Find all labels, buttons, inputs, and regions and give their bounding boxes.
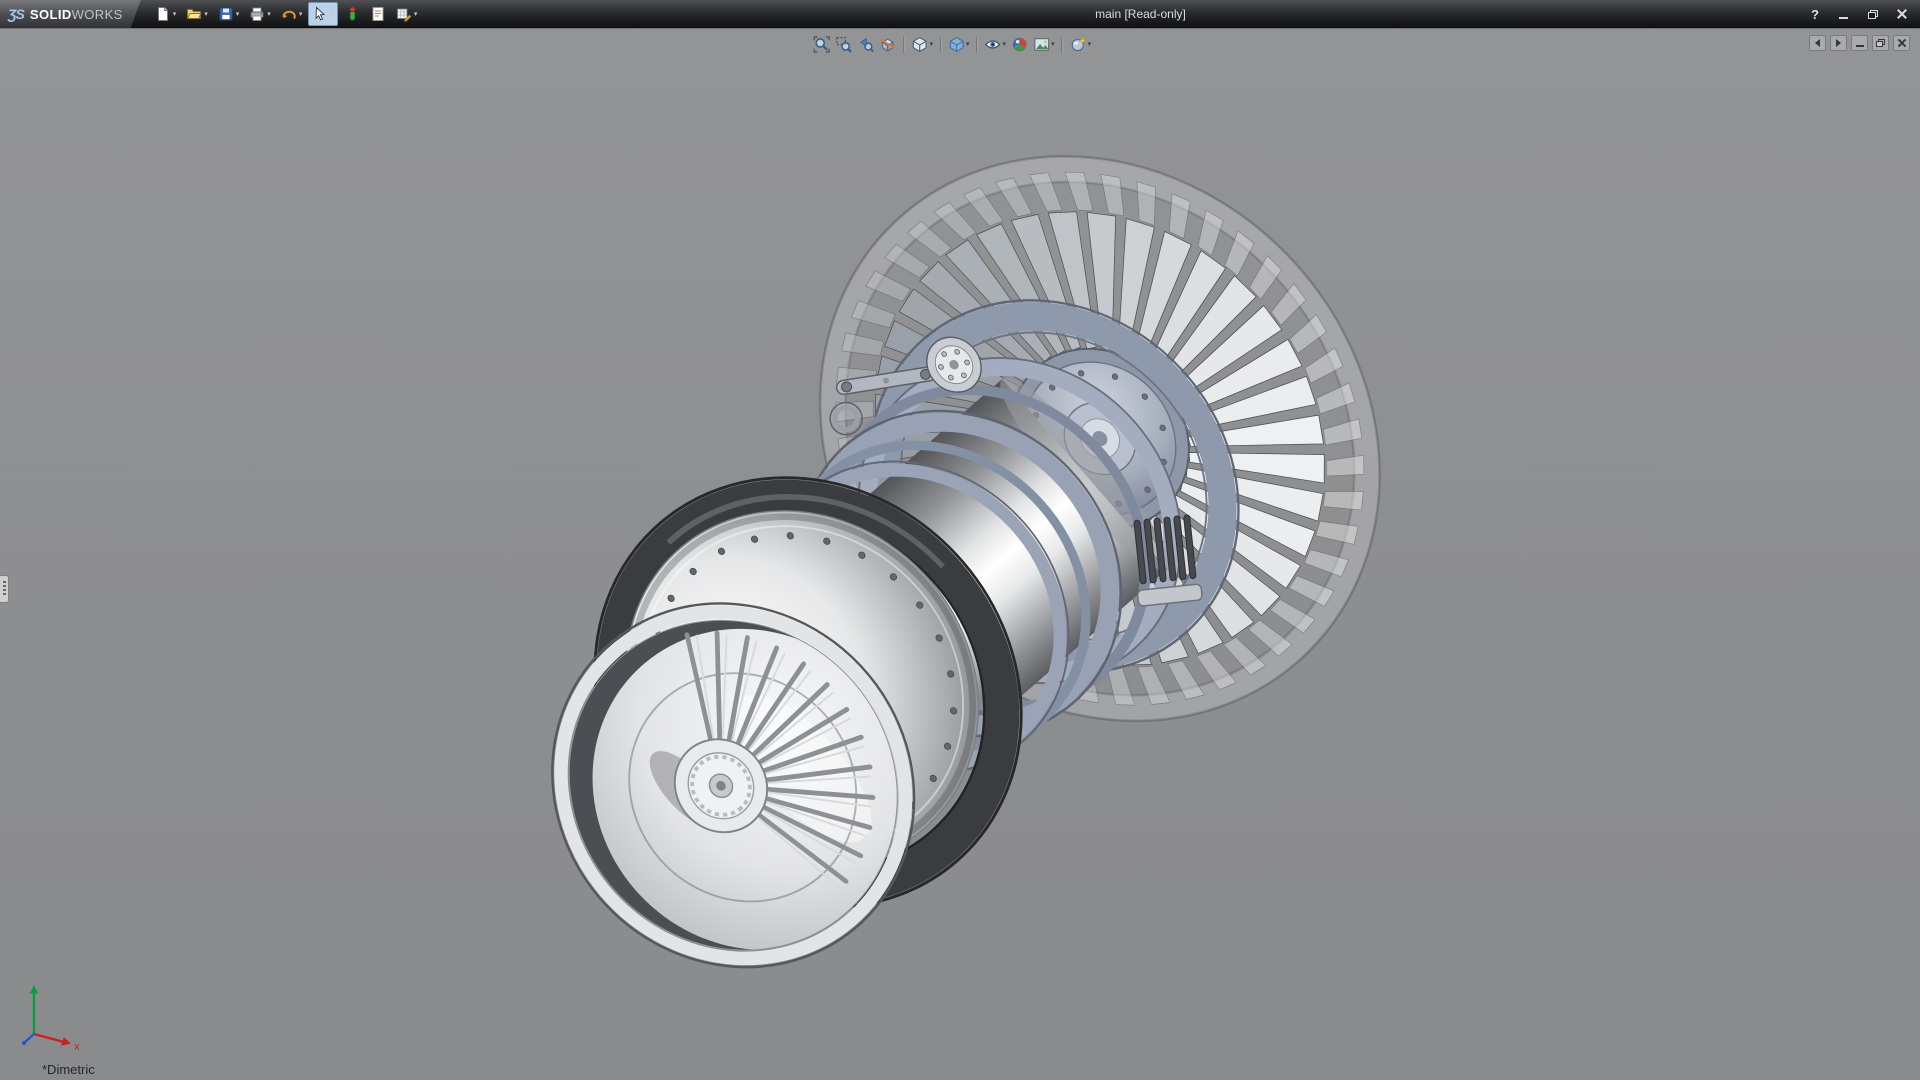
edit-appearance-ball-icon: [1011, 36, 1028, 53]
help-button[interactable]: ?: [1805, 7, 1825, 22]
minimize-button[interactable]: [1833, 5, 1854, 23]
brand-works: WORKS: [72, 7, 123, 22]
brand-wordmark: SOLIDWORKS: [30, 7, 123, 22]
doc-restore-button[interactable]: [1872, 35, 1889, 51]
previous-view-icon: [858, 36, 875, 53]
triad-x-axis: x: [34, 1034, 80, 1053]
solidworks-menu-logo[interactable]: ƷS SOLIDWORKS: [0, 0, 141, 28]
next-document-button[interactable]: [1830, 35, 1847, 51]
new-document-icon: [155, 6, 171, 22]
arrow-left-icon: [1815, 39, 1820, 47]
previous-view-button[interactable]: [857, 35, 876, 54]
save-floppy-icon: [218, 6, 234, 22]
toolbar-separator: [904, 37, 905, 53]
view-settings-realview-icon: [1070, 36, 1087, 53]
options-grid-pencil-icon: [396, 6, 412, 22]
dropdown-caret-icon[interactable]: ▾: [299, 11, 303, 18]
dropdown-caret-icon[interactable]: ▾: [1088, 41, 1092, 48]
view-orientation-button[interactable]: ▾: [911, 35, 935, 54]
save-button[interactable]: ▾: [214, 2, 244, 26]
new-document-button[interactable]: ▾: [151, 2, 181, 26]
display-style-button[interactable]: ▾: [947, 35, 971, 54]
close-icon: [1897, 9, 1907, 19]
triad-y-axis: [30, 985, 38, 1034]
zoom-to-area-button[interactable]: [835, 35, 854, 54]
undo-button[interactable]: ▾: [277, 2, 307, 26]
print-button[interactable]: ▾: [245, 2, 275, 26]
dropdown-caret-icon[interactable]: ▾: [414, 11, 418, 18]
brand-solid: SOLID: [30, 7, 72, 22]
minimize-icon: [1856, 45, 1864, 47]
close-button[interactable]: [1891, 5, 1912, 23]
dropdown-caret-icon[interactable]: ▾: [930, 41, 934, 48]
file-properties-button[interactable]: [366, 2, 390, 26]
toolbar-separator: [977, 37, 978, 53]
view-orientation-label: *Dimetric: [42, 1062, 95, 1077]
restore-button[interactable]: [1862, 5, 1883, 23]
dropdown-caret-icon[interactable]: ▾: [1003, 41, 1007, 48]
select-cursor-icon: [312, 6, 328, 22]
open-document-button[interactable]: ▾: [182, 2, 212, 26]
restore-icon: [1876, 39, 1885, 47]
arrow-right-icon: [1836, 39, 1841, 47]
dropdown-caret-icon[interactable]: ▾: [267, 11, 271, 18]
zoom-to-fit-button[interactable]: [813, 35, 832, 54]
rebuild-button[interactable]: [340, 2, 364, 26]
triad-x-label: x: [74, 1041, 80, 1053]
apply-scene-icon: [1033, 36, 1050, 53]
dropdown-caret-icon[interactable]: ▾: [1051, 41, 1055, 48]
hide-show-items-button[interactable]: ▾: [984, 35, 1008, 54]
apply-scene-button[interactable]: ▾: [1032, 35, 1056, 54]
titlebar: ƷS SOLIDWORKS ▾ ▾ ▾ ▾ ▾: [0, 0, 1920, 28]
triad-z-axis: [22, 1034, 34, 1045]
display-style-icon: [948, 36, 965, 53]
window-controls: ?: [1805, 5, 1920, 23]
undo-arrow-icon: [281, 6, 297, 22]
grip-dots-icon: [3, 581, 6, 597]
dropdown-caret-icon[interactable]: ▾: [204, 11, 208, 18]
section-view-button[interactable]: [879, 35, 898, 54]
document-window-controls: [1809, 35, 1910, 51]
orientation-triad: x: [14, 982, 88, 1054]
toolbar-separator: [1062, 37, 1063, 53]
doc-close-button[interactable]: [1893, 35, 1910, 51]
dropdown-caret-icon[interactable]: ▾: [173, 11, 177, 18]
minimize-icon: [1839, 17, 1848, 19]
titlebar-toolbar: ▾ ▾ ▾ ▾ ▾ ▾: [151, 2, 422, 26]
open-folder-icon: [186, 6, 202, 22]
doc-minimize-button[interactable]: [1851, 35, 1868, 51]
zoom-area-icon: [836, 36, 853, 53]
view-settings-button[interactable]: ▾: [1069, 35, 1093, 54]
toolbar-separator: [940, 37, 941, 53]
view-orientation-cube-icon: [912, 36, 929, 53]
close-icon: [1898, 39, 1906, 47]
document-title: main [Read-only]: [1095, 7, 1186, 21]
printer-icon: [249, 6, 265, 22]
engine-model-canvas: [0, 29, 1920, 1080]
previous-document-button[interactable]: [1809, 35, 1826, 51]
options-button[interactable]: ▾: [392, 2, 422, 26]
section-view-icon: [880, 36, 897, 53]
dropdown-caret-icon[interactable]: ▾: [966, 41, 970, 48]
zoom-fit-icon: [814, 36, 831, 53]
restore-icon: [1868, 10, 1878, 19]
dassault-3ds-icon: ƷS: [8, 6, 24, 22]
select-tool-button[interactable]: ▾: [308, 2, 338, 26]
file-properties-icon: [370, 6, 386, 22]
edit-appearance-button[interactable]: [1010, 35, 1029, 54]
dropdown-caret-icon[interactable]: ▾: [330, 11, 334, 18]
graphics-area[interactable]: ▾ ▾ ▾ ▾ ▾: [0, 28, 1920, 1080]
rebuild-traffic-light-icon: [344, 6, 360, 22]
hide-show-eye-icon: [985, 36, 1002, 53]
heads-up-view-toolbar: ▾ ▾ ▾ ▾ ▾: [813, 35, 1093, 54]
dropdown-caret-icon[interactable]: ▾: [236, 11, 240, 18]
solidworks-window: ƷS SOLIDWORKS ▾ ▾ ▾ ▾ ▾: [0, 0, 1920, 1080]
featuremanager-splitter-tab[interactable]: [0, 575, 9, 603]
